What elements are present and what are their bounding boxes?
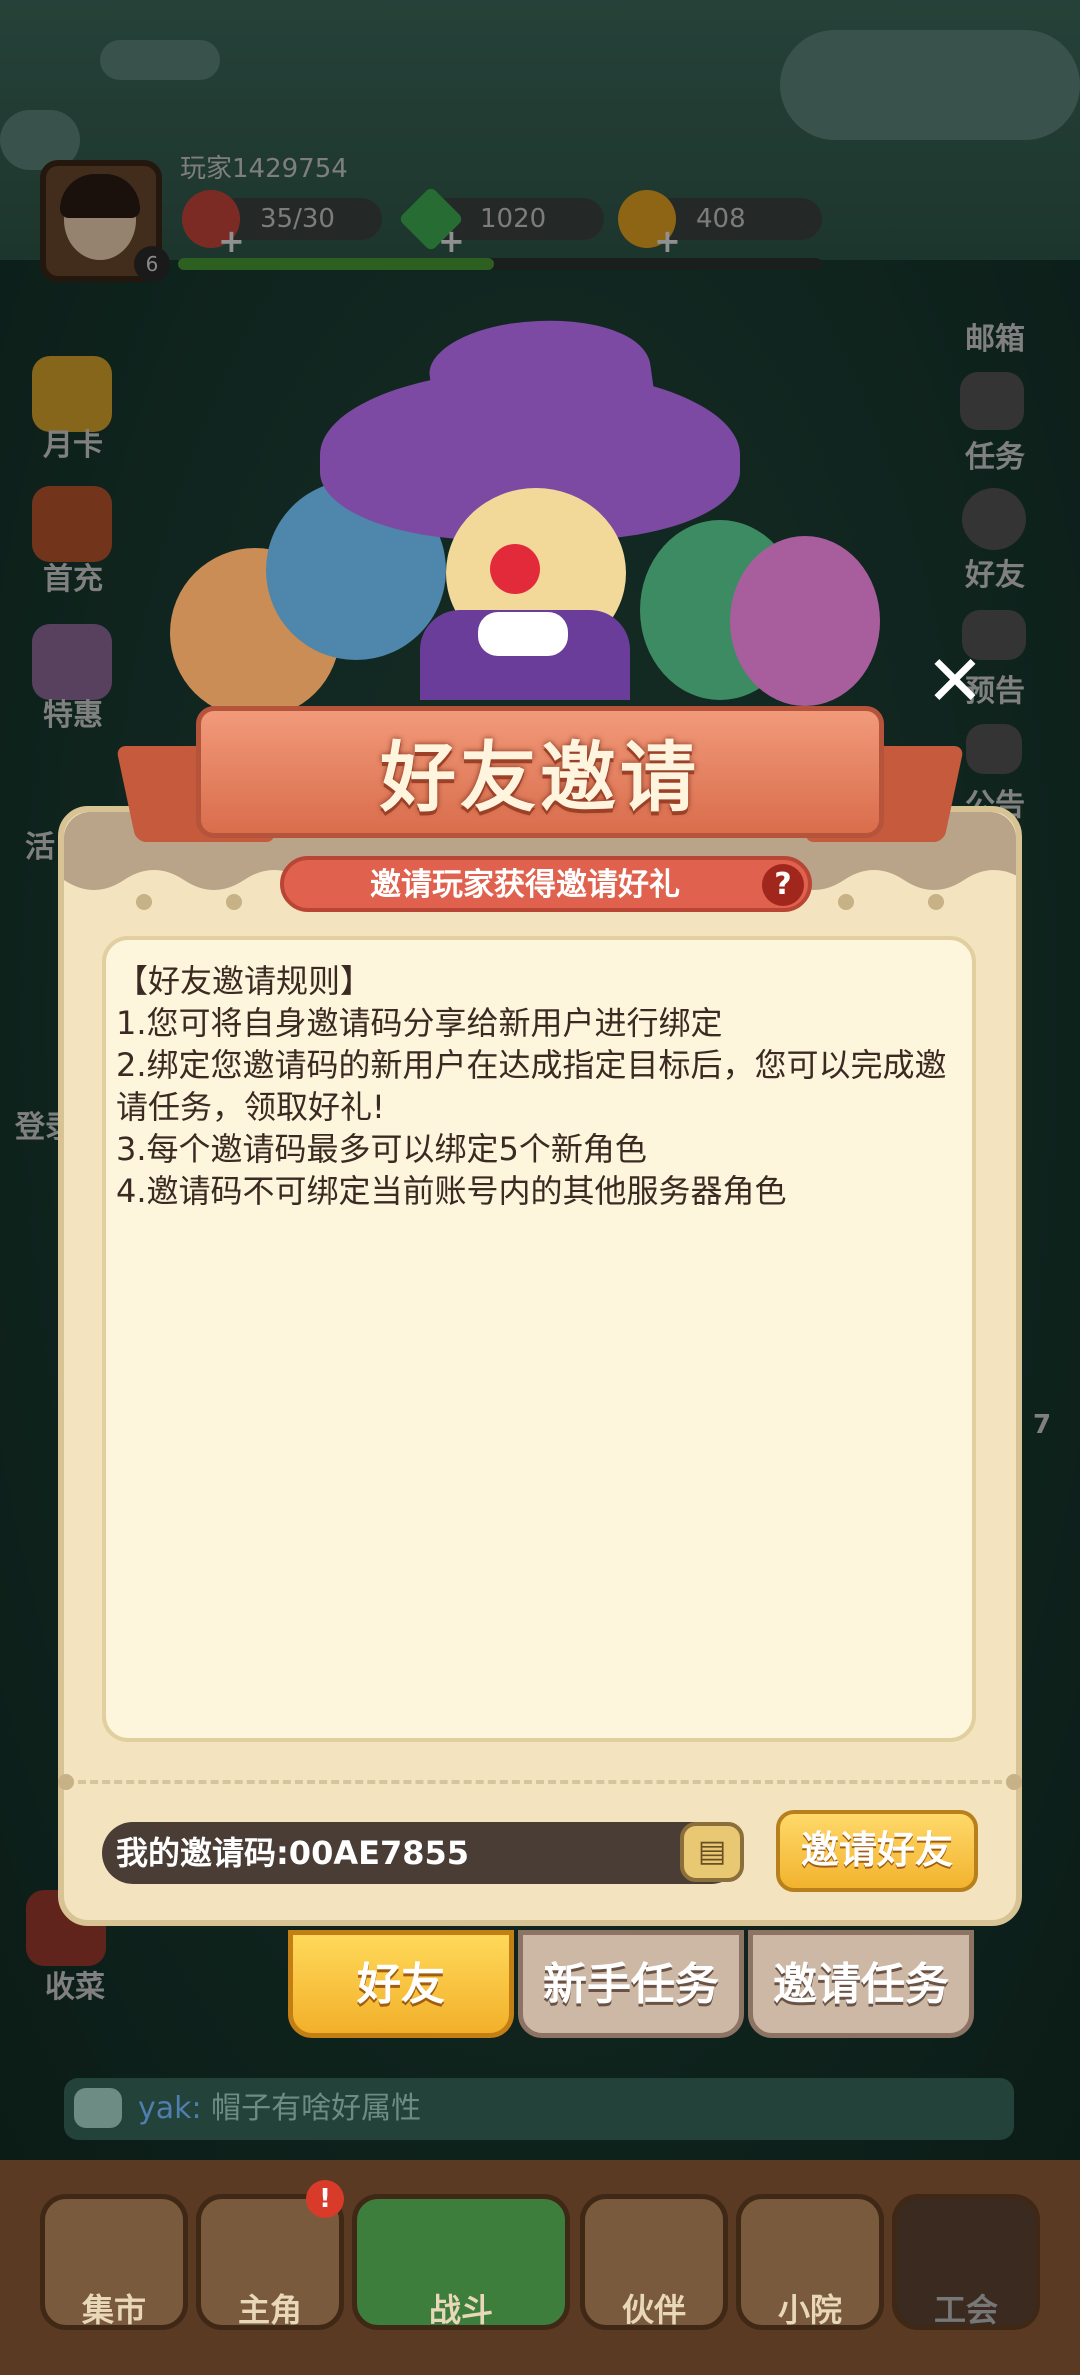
dialog-title: 好友邀请 [380,733,700,822]
decor-dot [928,894,944,910]
chat-bubble-icon [74,2088,122,2128]
notification-badge: ! [306,2180,344,2218]
rules-heading: 【好友邀请规则】 [116,962,373,1000]
rules-text: 【好友邀请规则】 1.您可将自身邀请码分享给新用户进行绑定 2.绑定您邀请码的新… [116,960,966,1212]
close-icon[interactable]: ✕ [924,646,986,716]
rule-item: 3.每个邀请码最多可以绑定5个新角色 [116,1130,647,1168]
copy-icon[interactable]: ▤ [680,1822,744,1882]
help-icon[interactable]: ? [762,864,804,906]
nav-guild[interactable]: 工会 [892,2194,1040,2330]
chat-user: yak: [138,2091,202,2126]
bow-tie [478,612,568,656]
nav-partner[interactable]: 伙伴 [580,2194,728,2330]
decor-dot [136,894,152,910]
dialog-subtitle: 邀请玩家获得邀请好礼 [370,867,680,903]
invite-friend-button[interactable]: 邀请好友 [776,1810,978,1892]
nav-courtyard[interactable]: 小院 [736,2194,884,2330]
tab-friends[interactable]: 好友 [288,1930,514,2038]
decor-dot [58,1774,74,1790]
tab-invite-tasks[interactable]: 邀请任务 [748,1930,974,2038]
tab-newbie-tasks[interactable]: 新手任务 [518,1930,744,2038]
pink-balloon [730,536,880,706]
decor-dot [1006,1774,1022,1790]
rule-item: 1.您可将自身邀请码分享给新用户进行绑定 [116,1004,723,1042]
invite-code-field: 我的邀请码:00AE7855 [102,1822,742,1884]
divider [78,1780,1002,1784]
chat-bar[interactable]: yak: 帽子有啥好属性 [64,2078,1014,2140]
chat-message: 帽子有啥好属性 [201,2091,422,2126]
rule-item: 2.绑定您邀请码的新用户在达成指定目标后，您可以完成邀请任务，领取好礼! [116,1046,947,1126]
decor-dot [226,894,242,910]
decor-dot [838,894,854,910]
rule-item: 4.邀请码不可绑定当前账号内的其他服务器角色 [116,1172,787,1210]
nav-market[interactable]: 集市 [40,2194,188,2330]
character-nose [490,544,540,594]
nav-battle[interactable]: 战斗 [352,2194,570,2330]
